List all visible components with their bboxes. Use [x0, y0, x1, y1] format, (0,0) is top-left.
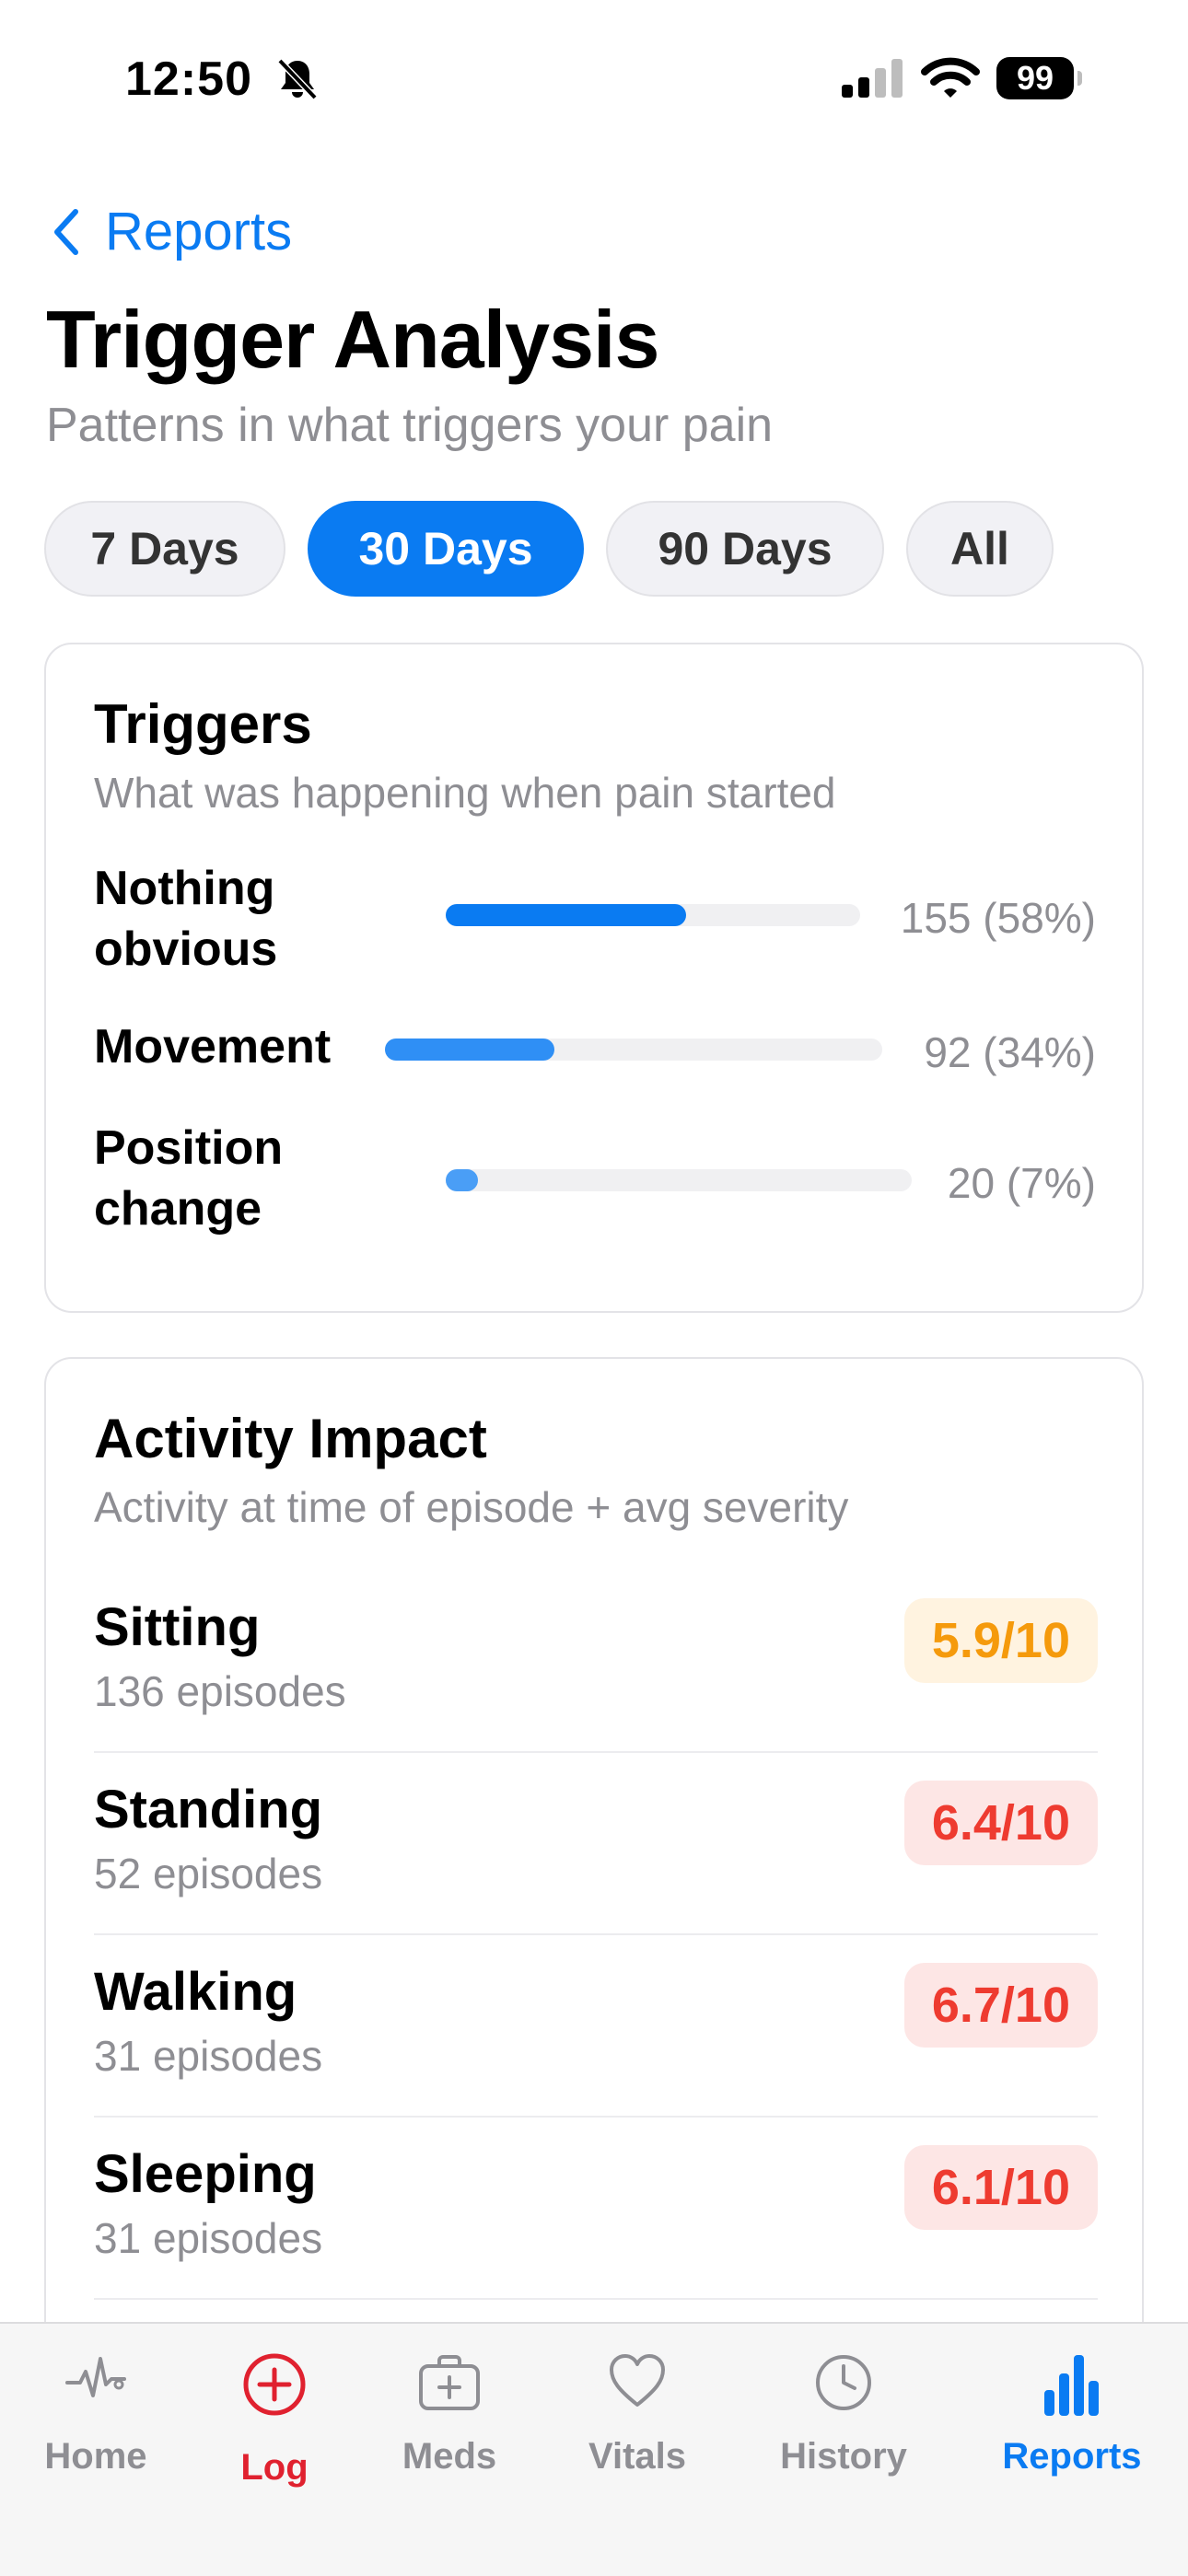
medkit-icon — [419, 2355, 480, 2410]
tab-meds[interactable]: Meds — [357, 2324, 542, 2508]
severity-badge: 6.4/10 — [903, 1781, 1098, 1865]
triggers-subtitle: What was happening when pain started — [94, 769, 836, 817]
plus-circle-icon — [243, 2353, 306, 2416]
tab-label: Vitals — [588, 2436, 686, 2477]
tab-vitals[interactable]: Vitals — [545, 2324, 729, 2508]
activity-episodes: 136 episodes — [94, 1667, 346, 1715]
range-selector: 7 Days 30 Days 90 Days All — [44, 501, 1076, 597]
activity-row-sleeping: Sleeping 31 episodes 6.1/10 — [94, 2118, 1098, 2300]
activity-subtitle: Activity at time of episode + avg severi… — [94, 1483, 849, 1531]
activity-title: Activity Impact — [94, 1408, 487, 1469]
tab-reports[interactable]: Reports — [980, 2324, 1164, 2508]
trigger-label: Position change — [94, 1121, 284, 1236]
battery-icon: 99 — [996, 57, 1083, 99]
activity-episodes: 52 episodes — [94, 1850, 323, 1897]
battery-level: 99 — [996, 57, 1074, 99]
tab-bar: Home Log Meds Vitals History Reports — [0, 2322, 1188, 2576]
tab-history[interactable]: History — [751, 2324, 936, 2508]
heartbeat-icon — [65, 2357, 126, 2397]
trigger-value: 92 (34%) — [924, 1028, 1096, 1076]
trigger-value: 20 (7%) — [947, 1159, 1096, 1207]
activity-episodes: 31 episodes — [94, 2214, 323, 2262]
activity-name: Sleeping — [94, 2144, 317, 2204]
triggers-title: Triggers — [94, 693, 312, 755]
tab-label: Home — [44, 2436, 147, 2477]
range-all[interactable]: All — [906, 501, 1054, 597]
activity-row-standing: Standing 52 episodes 6.4/10 — [94, 1753, 1098, 1935]
trigger-bar-track — [446, 1169, 912, 1191]
severity-badge: 5.9/10 — [903, 1598, 1098, 1683]
tab-label: Log — [240, 2447, 309, 2488]
status-time: 12:50 — [125, 52, 252, 106]
tab-home[interactable]: Home — [4, 2324, 188, 2508]
trigger-label: Nothing obvious — [94, 862, 278, 976]
trigger-row-nothing-obvious: Nothing obvious 155 (58%) — [94, 856, 1096, 985]
trigger-value: 155 (58%) — [900, 894, 1096, 942]
triggers-card: Triggers What was happening when pain st… — [44, 643, 1144, 1313]
range-90-days[interactable]: 90 Days — [606, 501, 884, 597]
trigger-label: Movement — [94, 1020, 332, 1073]
tab-label: History — [780, 2436, 907, 2477]
tab-label: Reports — [1002, 2436, 1142, 2477]
page-subtitle: Patterns in what triggers your pain — [46, 399, 774, 452]
cellular-signal-icon — [840, 59, 906, 102]
trigger-row-movement: Movement 92 (34%) — [94, 1013, 1096, 1086]
chevron-left-icon — [54, 208, 78, 255]
activity-name: Sitting — [94, 1597, 261, 1657]
trigger-row-position-change: Position change 20 (7%) — [94, 1116, 1096, 1245]
range-30-days[interactable]: 30 Days — [308, 501, 584, 597]
silent-bell-icon — [276, 57, 319, 106]
range-7-days[interactable]: 7 Days — [44, 501, 285, 597]
back-label: Reports — [105, 202, 293, 261]
trigger-bar — [446, 1169, 478, 1191]
page-title: Trigger Analysis — [46, 294, 659, 385]
trigger-bar — [385, 1039, 554, 1061]
activity-episodes: 31 episodes — [94, 2032, 323, 2080]
heart-icon — [610, 2354, 665, 2407]
tab-log[interactable]: Log — [182, 2324, 367, 2526]
trigger-bar-track — [446, 904, 860, 926]
trigger-bar-track — [385, 1039, 882, 1061]
activity-name: Walking — [94, 1962, 297, 2022]
back-button[interactable]: Reports — [52, 201, 292, 262]
activity-impact-card: Activity Impact Activity at time of epis… — [44, 1357, 1144, 2388]
activity-name: Standing — [94, 1780, 323, 1839]
severity-badge: 6.1/10 — [903, 2145, 1098, 2230]
status-bar: 12:50 99 — [0, 0, 1188, 147]
severity-badge: 6.7/10 — [903, 1963, 1098, 2048]
clock-icon — [816, 2355, 871, 2410]
trigger-bar — [446, 904, 686, 926]
tab-label: Meds — [402, 2436, 497, 2477]
activity-row-walking: Walking 31 episodes 6.7/10 — [94, 1935, 1098, 2118]
bar-chart-icon — [1044, 2355, 1099, 2416]
wifi-icon — [921, 55, 980, 104]
activity-row-sitting: Sitting 136 episodes 5.9/10 — [94, 1571, 1098, 1753]
